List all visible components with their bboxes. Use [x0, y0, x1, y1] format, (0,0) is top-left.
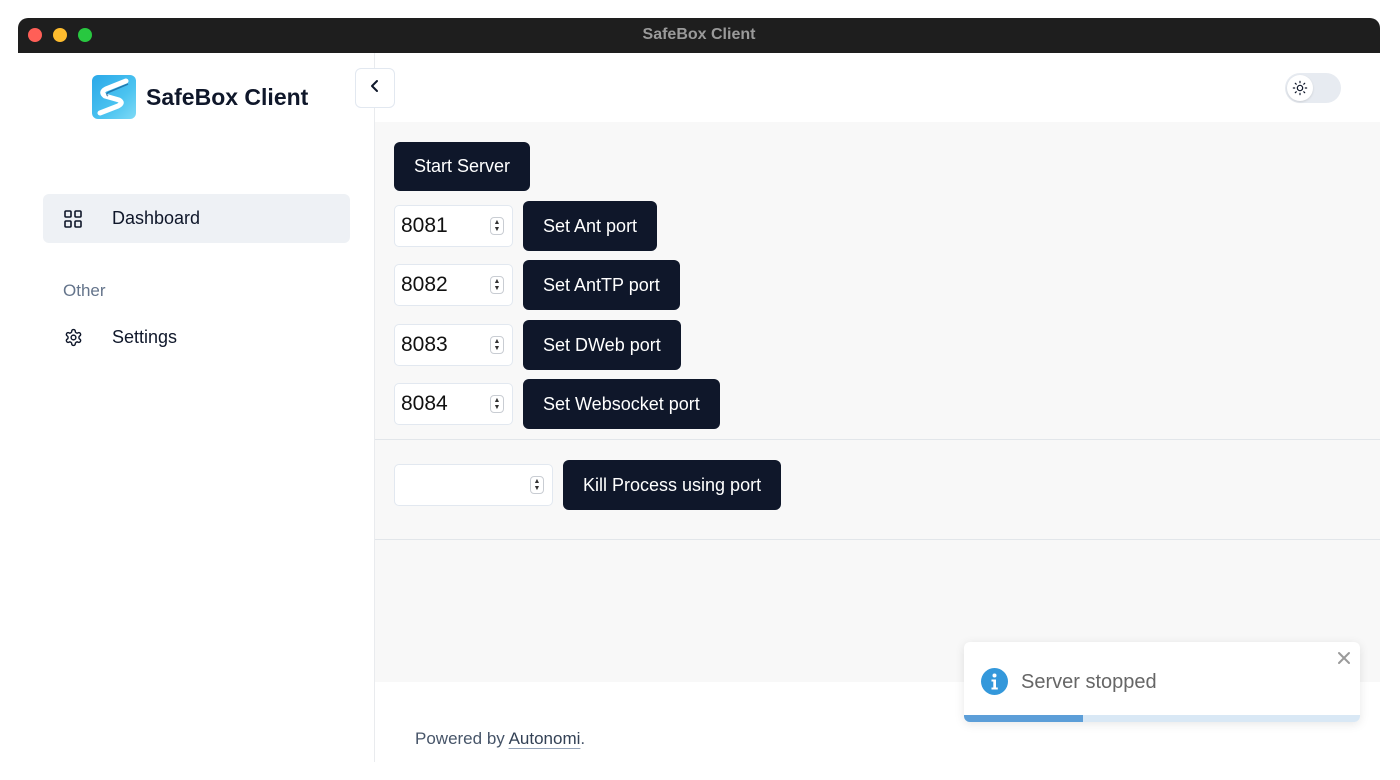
anttp-port-input[interactable]: 8082 ▲ ▼: [394, 264, 513, 306]
set-ant-port-button[interactable]: Set Ant port: [523, 201, 658, 251]
dweb-port-input[interactable]: 8083 ▲ ▼: [394, 324, 513, 366]
websocket-port-input[interactable]: 8084 ▲ ▼: [394, 383, 513, 425]
sidebar-item-label: Settings: [112, 327, 178, 347]
port-stepper[interactable]: ▲ ▼: [490, 217, 504, 235]
title-bar: SafeBox Client: [18, 18, 1380, 53]
section-divider: [375, 439, 1380, 440]
toast-progress-bar: [964, 715, 1083, 722]
brand-name: SafeBox Client: [146, 83, 309, 110]
sidebar-item-settings[interactable]: Settings: [43, 313, 350, 362]
footer-suffix: .: [580, 729, 586, 748]
set-dweb-port-button[interactable]: Set DWeb port: [523, 320, 681, 370]
toast-notification: Server stopped: [964, 642, 1360, 722]
footer: Powered by Autonomi.: [415, 729, 585, 749]
sidebar-item-dashboard[interactable]: Dashboard: [43, 194, 350, 243]
chevron-left-icon: [368, 79, 382, 98]
kill-port-input[interactable]: ▲ ▼: [394, 464, 553, 506]
anttp-port-value: 8082: [401, 273, 448, 296]
info-icon: [981, 668, 1008, 695]
dweb-port-value: 8083: [401, 333, 448, 356]
sun-icon: [1287, 75, 1313, 101]
sidebar: SafeBox Client Dashboard Other Settings: [18, 53, 375, 762]
ant-port-input[interactable]: 8081 ▲ ▼: [394, 205, 513, 247]
ant-port-value: 8081: [401, 214, 448, 237]
footer-prefix: Powered by: [415, 729, 509, 748]
safebox-logo-icon: [92, 75, 136, 119]
grid-icon: [63, 209, 83, 229]
start-server-button[interactable]: Start Server: [394, 142, 531, 191]
section-divider: [375, 539, 1380, 540]
theme-toggle[interactable]: [1285, 73, 1341, 103]
websocket-port-value: 8084: [401, 392, 448, 415]
close-icon[interactable]: [1336, 650, 1352, 666]
port-stepper[interactable]: ▲ ▼: [490, 336, 504, 354]
brand: SafeBox Client: [92, 75, 308, 119]
toast-message: Server stopped: [1021, 671, 1157, 693]
toast-progress-track: [964, 715, 1360, 722]
collapse-sidebar-button[interactable]: [355, 68, 395, 108]
sidebar-item-label: Dashboard: [112, 208, 201, 228]
port-stepper[interactable]: ▲ ▼: [490, 276, 504, 294]
kill-process-button[interactable]: Kill Process using port: [563, 460, 782, 510]
gear-icon: [63, 328, 83, 348]
set-anttp-port-button[interactable]: Set AntTP port: [523, 260, 680, 310]
port-stepper[interactable]: ▲ ▼: [530, 476, 544, 494]
autonomi-link[interactable]: Autonomi: [509, 729, 581, 748]
window-title: SafeBox Client: [642, 26, 756, 43]
section-label-other: Other: [63, 281, 106, 300]
dashboard-content: Start Server 8081 ▲ ▼ Set Ant port 8082 ▲…: [375, 122, 1380, 682]
port-stepper[interactable]: ▲ ▼: [490, 395, 504, 413]
set-websocket-port-button[interactable]: Set Websocket port: [523, 379, 720, 429]
